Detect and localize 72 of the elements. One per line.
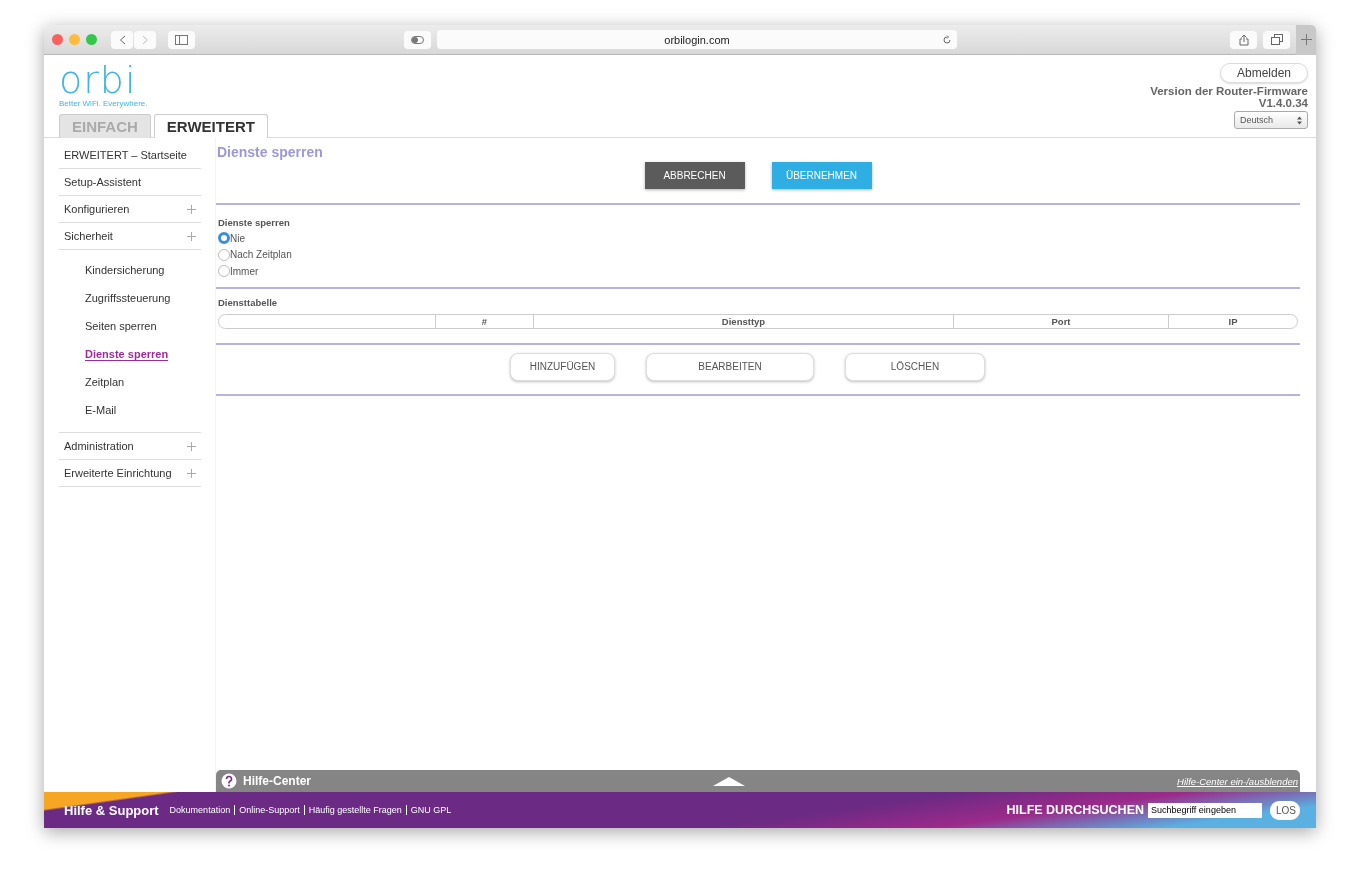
sidebar-item[interactable]: ERWEITERT – Startseite (59, 142, 201, 169)
zoom-icon[interactable] (86, 34, 97, 45)
back-button[interactable] (111, 30, 133, 49)
footer-link[interactable]: Häufig gestellte Fragen (303, 805, 406, 815)
chevron-left-icon (118, 34, 126, 45)
new-tab-button[interactable] (1296, 25, 1316, 55)
plus-icon[interactable] (187, 441, 196, 451)
sidebar-item[interactable]: Sicherheit (59, 223, 201, 250)
help-toggle-link[interactable]: Hilfe-Center ein-/ausblenden (1177, 775, 1298, 787)
footer-link[interactable]: GNU GPL (405, 805, 456, 815)
action-button[interactable]: LÖSCHEN (845, 352, 985, 381)
column-header: IP (1228, 315, 1238, 327)
toggle-icon (411, 35, 424, 44)
logo: orbi (59, 63, 137, 97)
reload-icon[interactable] (942, 34, 952, 45)
sidebar-subitem[interactable]: E-Mail (85, 404, 117, 416)
sidebar-subitem[interactable]: Zugriffssteuerung (85, 292, 171, 304)
sidebar-item[interactable]: Administration (59, 433, 201, 460)
radio-label: Nie (230, 232, 245, 244)
tabs-button[interactable] (1263, 30, 1290, 49)
logout-button[interactable]: Abmelden (1220, 63, 1308, 83)
section-label: Dienste sperren (218, 217, 291, 228)
column-header: Diensttyp (721, 315, 766, 327)
plus-icon[interactable] (187, 468, 196, 478)
table-title: Diensttabelle (218, 296, 279, 308)
share-button[interactable] (1230, 30, 1257, 49)
select-arrows-icon (1297, 115, 1302, 125)
plus-icon[interactable] (187, 231, 196, 241)
search-label: HILFE DURCHSUCHEN (1006, 803, 1144, 817)
reader-toggle-button[interactable] (404, 30, 431, 49)
column-header: Port (1051, 315, 1071, 327)
radio-button[interactable] (218, 232, 230, 245)
sidebar-subitem[interactable]: Zeitplan (85, 376, 125, 388)
action-button[interactable]: BEARBEITEN (646, 352, 814, 381)
footer-title: Hilfe & Support (64, 802, 159, 818)
radio-button[interactable] (218, 265, 230, 278)
radio-label: Immer (230, 265, 259, 277)
search-field[interactable]: Suchbegriff eingeben (1148, 802, 1262, 818)
radio-label: Nach Zeitplan (230, 249, 292, 261)
help-title: Hilfe-Center (243, 774, 312, 788)
expand-arrow-icon[interactable] (713, 776, 745, 786)
plus-icon (1300, 34, 1312, 45)
mode-tab[interactable]: ERWEITERT (153, 114, 268, 138)
page-title: Dienste sperren (216, 143, 324, 160)
sidebar-icon (175, 34, 188, 45)
sidebar-item[interactable]: Setup-Assistent (59, 169, 201, 196)
logo-tagline: Better WiFi. Everywhere. (59, 99, 149, 108)
sidebar-subitem[interactable]: Seiten sperren (85, 320, 157, 332)
footer-link[interactable]: Online-Support (234, 805, 304, 815)
sidebar-subitem[interactable]: Kindersicherung (85, 264, 165, 276)
firmware-version: V1.4.0.34 (1258, 97, 1308, 109)
sidebar-item[interactable]: Erweiterte Einrichtung (59, 460, 201, 487)
language-select[interactable]: Deutsch (1234, 111, 1308, 129)
search-button[interactable]: LOS (1270, 800, 1300, 820)
help-icon (221, 773, 237, 789)
tabs-icon (1270, 34, 1283, 45)
forward-button[interactable] (134, 30, 156, 49)
action-button[interactable]: HINZUFÜGEN (510, 352, 615, 381)
column-header: # (481, 315, 488, 327)
address-bar[interactable]: orbilogin.com (437, 30, 957, 49)
plus-icon[interactable] (187, 204, 196, 214)
chevron-right-icon (141, 34, 149, 45)
minimize-icon[interactable] (69, 34, 80, 45)
sidebar-item[interactable]: Konfigurieren (59, 196, 201, 223)
radio-button[interactable] (218, 248, 230, 261)
sidebar-subitem[interactable]: Dienste sperren (85, 347, 169, 361)
close-icon[interactable] (52, 34, 63, 45)
share-icon (1238, 33, 1249, 46)
sidebar-button[interactable] (168, 30, 195, 49)
cancel-button[interactable]: ABBRECHEN (644, 162, 745, 189)
footer-link[interactable]: Dokumentation (165, 805, 235, 815)
firmware-label: Version der Router-Firmware (1150, 85, 1308, 97)
